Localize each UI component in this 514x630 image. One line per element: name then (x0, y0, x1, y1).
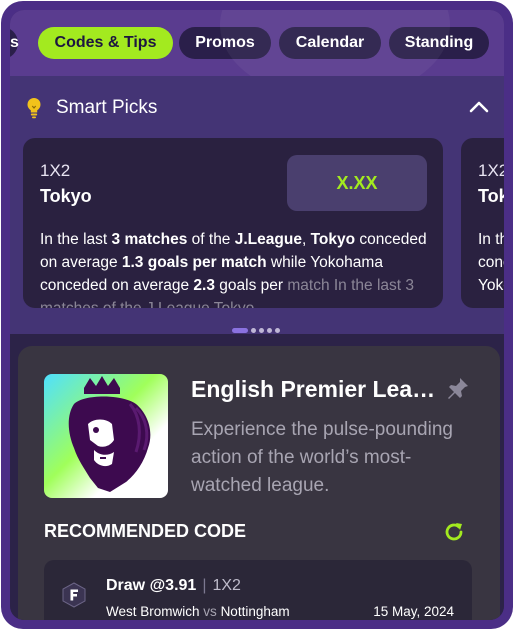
carousel-dot[interactable] (251, 327, 256, 333)
tab-standings-partial[interactable]: s (10, 27, 19, 59)
tab-bar-area: s Codes & Tips Promos Calendar Standing (10, 10, 504, 76)
code-pick-line: Draw @3.91 | 1X2 (106, 577, 241, 594)
tab-codes-and-tips[interactable]: Codes & Tips (38, 27, 173, 59)
pick-description: In the last 3 matches of the J.League, T… (40, 231, 427, 308)
code-date: 15 May, 2024 (373, 604, 454, 619)
league-section: English Premier League Experience the pu… (10, 334, 504, 620)
recommended-code-label: RECOMMENDED CODE (44, 521, 247, 541)
carousel-dot[interactable] (267, 327, 272, 333)
carousel-indicator (232, 327, 280, 333)
carousel-dot[interactable] (259, 327, 264, 333)
smart-pick-card-next[interactable]: 1X2 Tokyo In the conce Yokoh (461, 138, 504, 308)
lion-logo-icon (68, 376, 151, 492)
code-badge-icon (62, 582, 86, 608)
code-away-team: Nottingham (220, 604, 290, 619)
tab-standing[interactable]: Standing (389, 27, 489, 59)
smart-picks-header: Smart Picks (26, 96, 157, 120)
code-pick: Draw @3.91 (106, 577, 197, 594)
pin-icon[interactable] (446, 376, 470, 400)
premier-league-logo (44, 374, 168, 498)
pick-market: 1X2 (478, 161, 504, 180)
smart-picks-title: Smart Picks (56, 97, 158, 118)
chevron-up-icon[interactable] (468, 96, 490, 118)
smart-picks-section: Smart Picks 1X2 Tokyo X.XX In the last 3… (10, 76, 504, 334)
league-title: English Premier League (191, 376, 437, 402)
tab-promos[interactable]: Promos (179, 27, 271, 59)
smart-pick-card[interactable]: 1X2 Tokyo X.XX In the last 3 matches of … (23, 138, 443, 308)
league-card[interactable]: English Premier League Experience the pu… (18, 346, 500, 620)
pick-description: In the conce Yokoh (478, 231, 504, 294)
refresh-icon[interactable] (442, 520, 466, 544)
lightbulb-icon (27, 98, 41, 119)
pick-team: Tokyo (40, 186, 92, 206)
code-match: West Bromwich vs Nottingham (106, 604, 290, 619)
odds-button[interactable]: X.XX (287, 155, 427, 211)
tab-calendar[interactable]: Calendar (279, 27, 381, 59)
device-frame: s Codes & Tips Promos Calendar Standing … (1, 1, 513, 629)
carousel-dot[interactable] (275, 327, 280, 333)
code-market: 1X2 (212, 577, 241, 594)
pick-team: Tokyo (478, 186, 504, 206)
code-home-team: West Bromwich (106, 604, 200, 619)
pick-market: 1X2 (40, 161, 71, 180)
league-description: Experience the pulse-pounding action of … (191, 419, 453, 496)
recommended-code-row[interactable]: Draw @3.91 | 1X2 West Bromwich vs Nottingh… (44, 560, 472, 620)
carousel-dot-active[interactable] (232, 327, 248, 333)
app-screen: s Codes & Tips Promos Calendar Standing … (10, 10, 504, 620)
